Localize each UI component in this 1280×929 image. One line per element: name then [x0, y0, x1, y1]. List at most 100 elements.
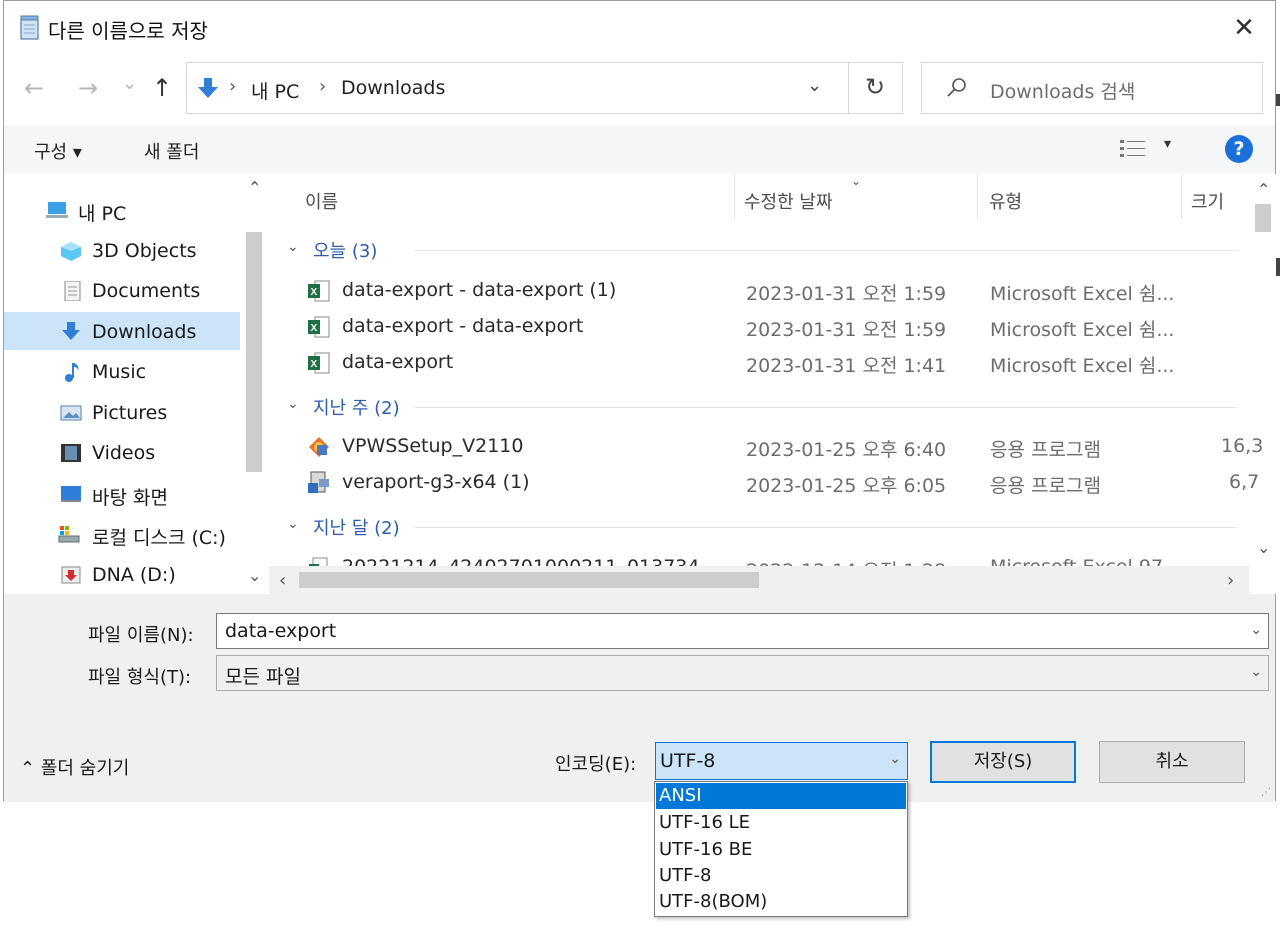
scroll-down-arrow[interactable]: ⌄: [248, 566, 261, 585]
desktop-icon: [61, 486, 81, 502]
back-button[interactable]: ←: [24, 73, 44, 103]
recent-locations-button[interactable]: ⌄: [122, 69, 137, 99]
scroll-left-arrow[interactable]: ‹: [279, 570, 286, 591]
background-window-edge: [1276, 94, 1280, 106]
save-options-panel: 파일 이름(N): data-export ⌄ 파일 형식(T): 모든 파일 …: [4, 594, 1275, 802]
view-options-icon[interactable]: [1119, 138, 1147, 160]
nav-label: Videos: [92, 442, 156, 464]
nav-item-videos[interactable]: Videos: [4, 433, 240, 471]
sort-indicator-icon: ⌄: [851, 174, 862, 188]
collapse-chevron-icon: ⌄: [287, 396, 299, 412]
column-divider[interactable]: [1181, 174, 1182, 219]
file-list-horizontal-scrollbar[interactable]: ‹ ›: [269, 566, 1249, 594]
column-header-name[interactable]: 이름: [305, 188, 338, 214]
group-header-today[interactable]: ⌄ 오늘 (3): [287, 237, 1237, 265]
filename-label: 파일 이름(N):: [88, 625, 194, 646]
chevron-down-icon[interactable]: ⌄: [1250, 664, 1262, 680]
drive-icon: [58, 526, 80, 543]
nav-item-downloads[interactable]: Downloads: [4, 312, 240, 350]
nav-pane-scrollbar[interactable]: ⌃ ⌄: [240, 174, 268, 594]
file-list-vertical-scrollbar[interactable]: ⌃ ⌄: [1249, 174, 1277, 574]
filename-value: data-export: [225, 620, 337, 642]
title-bar: 다른 이름으로 저장 ✕: [4, 1, 1275, 57]
forward-button[interactable]: →: [78, 73, 98, 103]
breadcrumb-downloads[interactable]: Downloads: [341, 77, 445, 99]
file-modified: 2023-01-25 오후 6:05: [746, 475, 947, 497]
download-icon: [62, 322, 80, 340]
chevron-down-icon[interactable]: ⌄: [889, 751, 901, 767]
group-header-last-month[interactable]: ⌄ 지난 달 (2): [287, 514, 1237, 542]
breadcrumb-separator: ›: [319, 76, 327, 97]
scroll-up-arrow[interactable]: ⌃: [1257, 180, 1270, 199]
column-header-modified[interactable]: 수정한 날짜: [744, 188, 833, 214]
scroll-down-arrow[interactable]: ⌄: [1257, 538, 1270, 557]
search-input[interactable]: Downloads 검색: [921, 62, 1263, 114]
chevron-down-icon[interactable]: ⌄: [1250, 622, 1262, 638]
notepad-icon: [20, 15, 39, 40]
group-label: 지난 달 (2): [313, 518, 400, 539]
file-row[interactable]: X data-export 2023-01-31 오전 1:41 Microso…: [269, 345, 1249, 381]
view-dropdown-button[interactable]: ▾: [1164, 136, 1171, 152]
nav-label: Pictures: [92, 402, 168, 424]
address-history-dropdown[interactable]: ⌄: [807, 75, 822, 96]
nav-label: Music: [92, 361, 147, 383]
refresh-button[interactable]: ↻: [865, 73, 885, 101]
excel-icon: X: [308, 316, 330, 338]
encoding-dropdown-list: ANSI UTF-16 LE UTF-16 BE UTF-8 UTF-8(BOM…: [654, 781, 908, 917]
filetype-select[interactable]: 모든 파일 ⌄: [216, 655, 1269, 691]
encoding-option-utf8[interactable]: UTF-8: [656, 863, 906, 889]
hide-folders-button[interactable]: ⌃ 폴더 숨기기: [20, 754, 129, 780]
file-row[interactable]: X data-export - data-export (1) 2023-01-…: [269, 273, 1249, 309]
encoding-option-utf16be[interactable]: UTF-16 BE: [656, 837, 906, 863]
nav-item-this-pc[interactable]: 내 PC: [4, 190, 240, 228]
column-divider[interactable]: [734, 174, 735, 219]
scrollbar-thumb[interactable]: [299, 572, 759, 588]
pc-icon: [46, 202, 68, 218]
resize-grip-icon[interactable]: ⋰: [1261, 787, 1271, 798]
up-button[interactable]: ↑: [152, 73, 172, 103]
nav-item-music[interactable]: Music: [4, 352, 240, 390]
svg-text:X: X: [311, 287, 318, 298]
file-row[interactable]: VPWSSetup_V2110 2023-01-25 오후 6:40 응용 프로…: [269, 429, 1263, 465]
organize-button[interactable]: 구성 ▾: [34, 138, 82, 164]
help-icon[interactable]: ?: [1225, 135, 1253, 163]
save-button[interactable]: 저장(S): [930, 741, 1076, 783]
filename-input[interactable]: data-export ⌄: [216, 613, 1269, 649]
nav-item-dna-drive[interactable]: DNA (D:): [4, 555, 240, 593]
nav-item-local-disk[interactable]: 로컬 디스크 (C:): [4, 514, 240, 552]
column-divider[interactable]: [977, 174, 978, 219]
new-folder-button[interactable]: 새 폴더: [144, 138, 199, 164]
column-header-type[interactable]: 유형: [989, 188, 1022, 214]
encoding-option-utf8-bom[interactable]: UTF-8(BOM): [656, 889, 906, 915]
nav-item-documents[interactable]: Documents: [4, 271, 240, 309]
nav-label: Downloads: [92, 321, 197, 343]
nav-item-pictures[interactable]: Pictures: [4, 393, 240, 431]
nav-label: DNA (D:): [92, 564, 176, 586]
file-row[interactable]: veraport-g3-x64 (1) 2023-01-25 오후 6:05 응…: [269, 465, 1259, 501]
breadcrumb-this-pc[interactable]: 내 PC: [251, 77, 299, 104]
file-type: 응용 프로그램: [990, 475, 1101, 497]
file-name: data-export - data-export: [342, 315, 584, 337]
address-bar[interactable]: › 내 PC › Downloads ⌄ ↻: [186, 62, 903, 114]
scroll-right-arrow[interactable]: ›: [1227, 570, 1234, 591]
cancel-button[interactable]: 취소: [1099, 741, 1245, 783]
encoding-value: UTF-8: [660, 750, 716, 772]
group-divider: [415, 407, 1237, 408]
nav-item-desktop[interactable]: 바탕 화면: [4, 474, 240, 512]
encoding-option-ansi[interactable]: ANSI: [656, 783, 906, 809]
encoding-option-utf16le[interactable]: UTF-16 LE: [656, 810, 906, 836]
file-list: 이름 수정한 날짜 ⌄ 유형 크기 ⌄ 오늘 (3) X data-export…: [269, 174, 1277, 594]
group-header-last-week[interactable]: ⌄ 지난 주 (2): [287, 394, 1237, 422]
file-name: data-export: [342, 351, 454, 373]
file-row[interactable]: X data-export - data-export 2023-01-31 오…: [269, 309, 1249, 345]
scrollbar-thumb[interactable]: [246, 232, 262, 472]
nav-item-3d-objects[interactable]: 3D Objects: [4, 231, 240, 269]
svg-text:X: X: [311, 359, 318, 370]
usb-drive-icon: [61, 566, 81, 584]
encoding-select[interactable]: UTF-8 ⌄: [655, 742, 908, 780]
scroll-up-arrow[interactable]: ⌃: [248, 178, 261, 197]
close-button[interactable]: ✕: [1231, 15, 1257, 41]
column-header-size[interactable]: 크기: [1191, 188, 1224, 214]
collapse-chevron-icon: ⌄: [287, 516, 299, 532]
scrollbar-thumb[interactable]: [1255, 204, 1271, 232]
